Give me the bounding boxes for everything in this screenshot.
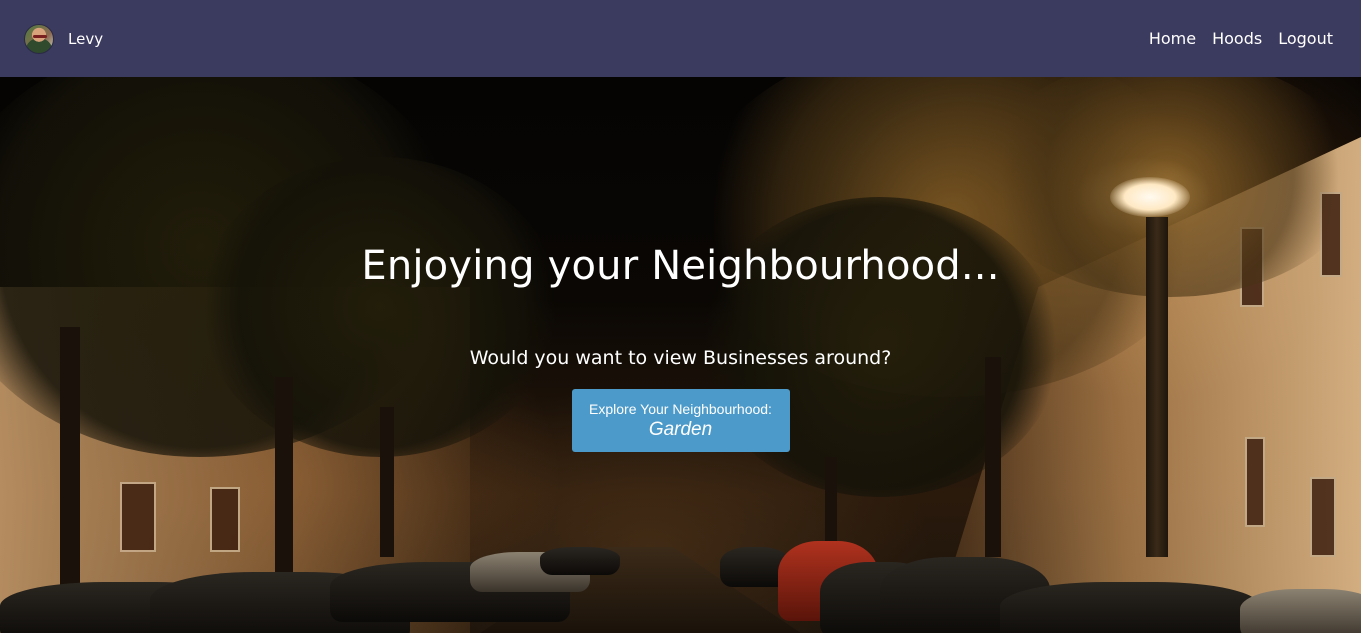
nav-link-logout[interactable]: Logout [1278, 29, 1333, 48]
user-avatar[interactable] [24, 23, 54, 54]
hero-subtitle: Would you want to view Businesses around… [469, 347, 892, 369]
nav-link-hoods[interactable]: Hoods [1212, 29, 1262, 48]
explore-button-neighbourhood: Garden [648, 418, 713, 440]
explore-neighbourhood-button[interactable]: Explore Your Neighbourhood: Garden [571, 389, 790, 452]
user-name[interactable]: Levy [68, 30, 103, 48]
nav-links: Home Hoods Logout [1149, 29, 1333, 48]
top-navbar: Levy Home Hoods Logout [0, 0, 1361, 77]
hero-content: Enjoying your Neighbourhood... Would you… [0, 77, 1361, 633]
user-brand[interactable]: Levy [24, 23, 103, 54]
explore-button-label: Explore Your Neighbourhood: [589, 400, 772, 417]
hero-title: Enjoying your Neighbourhood... [361, 243, 1000, 289]
nav-link-home[interactable]: Home [1149, 29, 1196, 48]
